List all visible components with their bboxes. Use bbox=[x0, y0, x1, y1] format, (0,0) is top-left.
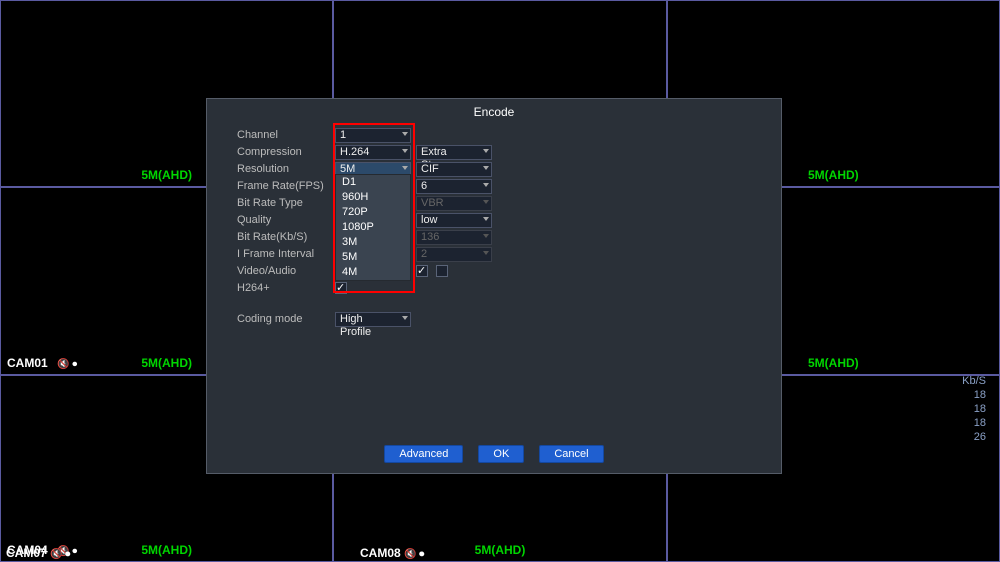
stats-row: 18 bbox=[962, 416, 986, 430]
chevron-down-icon bbox=[402, 166, 408, 170]
cam-label: CAM08 🔇 ⏺ bbox=[360, 546, 424, 560]
chevron-down-icon bbox=[483, 183, 489, 187]
dropdown-option[interactable]: 720P bbox=[336, 205, 410, 220]
label-compression: Compression bbox=[237, 146, 335, 158]
extra-fps-select[interactable]: 6 bbox=[416, 179, 492, 194]
audio-checkbox[interactable] bbox=[436, 265, 448, 277]
cam-label: CAM01 bbox=[7, 356, 48, 370]
resolution-dropdown-list[interactable]: D1 960H 720P 1080P 3M 5M 4M bbox=[335, 174, 411, 281]
bitrate-stats: Kb/S 18 18 18 26 bbox=[962, 374, 986, 444]
channel-select[interactable]: 1 bbox=[335, 128, 411, 143]
res-label: 5M(AHD) bbox=[808, 356, 859, 370]
h264p-checkbox[interactable] bbox=[335, 282, 347, 294]
label-brtype: Bit Rate Type bbox=[237, 197, 335, 209]
cam-label: CAM07 🔇 ⏺ bbox=[6, 546, 70, 560]
res-label: 5M(AHD) bbox=[808, 168, 859, 182]
stats-row: 18 bbox=[962, 388, 986, 402]
chevron-down-icon bbox=[402, 132, 408, 136]
extra-compression-select[interactable]: Extra Stream bbox=[416, 145, 492, 160]
label-fps: Frame Rate(FPS) bbox=[237, 180, 335, 192]
cancel-button[interactable]: Cancel bbox=[539, 445, 603, 463]
coding-select[interactable]: High Profile bbox=[335, 312, 411, 327]
dropdown-option[interactable]: 5M bbox=[336, 250, 410, 265]
audio-rec-icon: 🔇 ⏺ bbox=[57, 359, 77, 370]
extra-iframe-select[interactable]: 2 bbox=[416, 247, 492, 262]
stats-row: 18 bbox=[962, 402, 986, 416]
stats-row: 26 bbox=[962, 430, 986, 444]
chevron-down-icon bbox=[483, 149, 489, 153]
video-checkbox[interactable] bbox=[416, 265, 428, 277]
audio-rec-icon: 🔇 ⏺ bbox=[50, 549, 70, 560]
advanced-button[interactable]: Advanced bbox=[384, 445, 463, 463]
res-label: 5M(AHD) bbox=[141, 168, 192, 182]
dialog-buttons: Advanced OK Cancel bbox=[207, 445, 781, 463]
compression-select[interactable]: H.264 bbox=[335, 145, 411, 160]
encode-dialog: Encode Channel 1 Compression H.264 Extra… bbox=[206, 98, 782, 474]
label-resolution: Resolution bbox=[237, 163, 335, 175]
form-area: Channel 1 Compression H.264 Extra Stream… bbox=[207, 123, 781, 327]
label-quality: Quality bbox=[237, 214, 335, 226]
label-bitrate: Bit Rate(Kb/S) bbox=[237, 231, 335, 243]
ok-button[interactable]: OK bbox=[478, 445, 524, 463]
dialog-title: Encode bbox=[207, 99, 781, 123]
stats-header: Kb/S bbox=[962, 374, 986, 388]
res-label: 5M(AHD) bbox=[141, 543, 192, 557]
extra-resolution-select[interactable]: CIF bbox=[416, 162, 492, 177]
chevron-down-icon bbox=[402, 316, 408, 320]
chevron-down-icon bbox=[483, 217, 489, 221]
res-label: 5M(AHD) bbox=[475, 543, 526, 557]
label-channel: Channel bbox=[237, 129, 335, 141]
dropdown-option[interactable]: 960H bbox=[336, 190, 410, 205]
chevron-down-icon bbox=[483, 234, 489, 238]
res-label: 5M(AHD) bbox=[141, 356, 192, 370]
label-va: Video/Audio bbox=[237, 265, 335, 277]
extra-brtype-select[interactable]: VBR bbox=[416, 196, 492, 211]
dropdown-option[interactable]: 4M bbox=[336, 265, 410, 280]
dropdown-option[interactable]: 3M bbox=[336, 235, 410, 250]
chevron-down-icon bbox=[483, 200, 489, 204]
audio-rec-icon: 🔇 ⏺ bbox=[404, 549, 424, 560]
extra-bitrate-select[interactable]: 136 bbox=[416, 230, 492, 245]
label-coding: Coding mode bbox=[237, 313, 335, 325]
dropdown-option[interactable]: 1080P bbox=[336, 220, 410, 235]
chevron-down-icon bbox=[483, 251, 489, 255]
extra-quality-select[interactable]: low bbox=[416, 213, 492, 228]
dropdown-option[interactable]: D1 bbox=[336, 175, 410, 190]
label-iframe: I Frame Interval bbox=[237, 248, 335, 260]
chevron-down-icon bbox=[402, 149, 408, 153]
label-h264p: H264+ bbox=[237, 282, 335, 294]
chevron-down-icon bbox=[483, 166, 489, 170]
